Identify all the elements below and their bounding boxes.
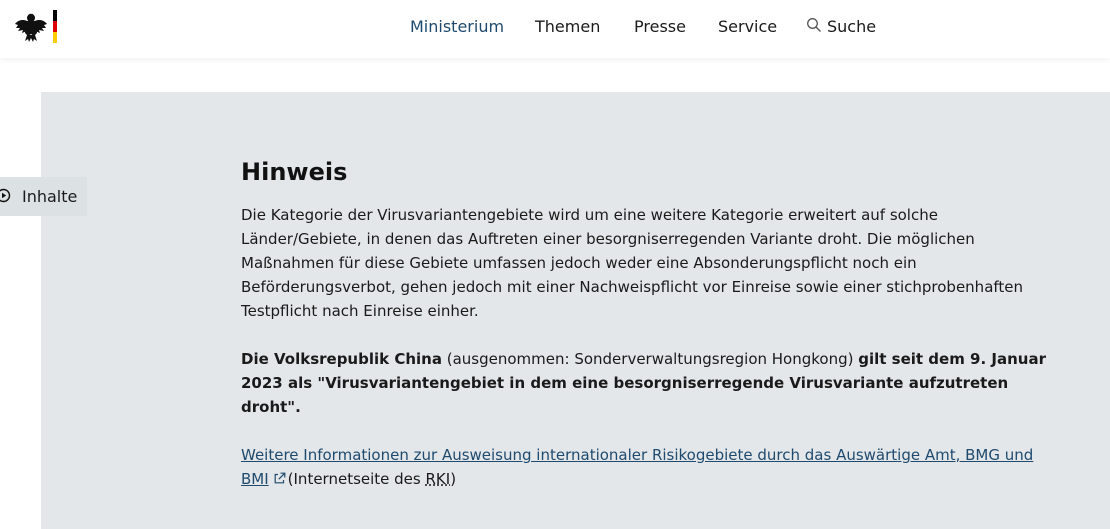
china-bold-text: Die Volksrepublik China bbox=[241, 350, 442, 368]
link-suffix-before: (Internetseite des bbox=[287, 470, 426, 488]
nav-ministerium[interactable]: Ministerium bbox=[410, 16, 504, 38]
external-link-icon bbox=[273, 468, 286, 484]
notice-content: Hinweis Die Kategorie der Virusvarianten… bbox=[241, 157, 1061, 491]
nav-service[interactable]: Service bbox=[718, 16, 777, 38]
nav-suche[interactable]: Suche bbox=[827, 16, 876, 38]
notice-paragraph-link: Weitere Informationen zur Ausweisung int… bbox=[241, 443, 1061, 491]
inhalte-toggle-button[interactable]: Inhalte bbox=[0, 177, 87, 216]
rki-abbreviation: RKI bbox=[425, 470, 451, 488]
search-icon[interactable] bbox=[806, 17, 822, 33]
nav-themen[interactable]: Themen bbox=[535, 16, 600, 38]
site-header: Ministerium Themen Presse Service Suche bbox=[0, 0, 1110, 58]
nav-presse[interactable]: Presse bbox=[634, 16, 686, 38]
play-circle-icon bbox=[0, 188, 11, 203]
china-exception-text: (ausgenommen: Sonderverwaltungsregion Ho… bbox=[441, 350, 859, 368]
link-suffix-after: ) bbox=[450, 470, 457, 488]
inhalte-label: Inhalte bbox=[22, 187, 78, 206]
federal-eagle-icon[interactable] bbox=[14, 9, 60, 45]
notice-paragraph-china: Die Volksrepublik China (ausgenommen: So… bbox=[241, 347, 1061, 419]
notice-title: Hinweis bbox=[241, 158, 348, 186]
notice-paragraph-categories: Die Kategorie der Virusvariantengebiete … bbox=[241, 206, 1024, 320]
